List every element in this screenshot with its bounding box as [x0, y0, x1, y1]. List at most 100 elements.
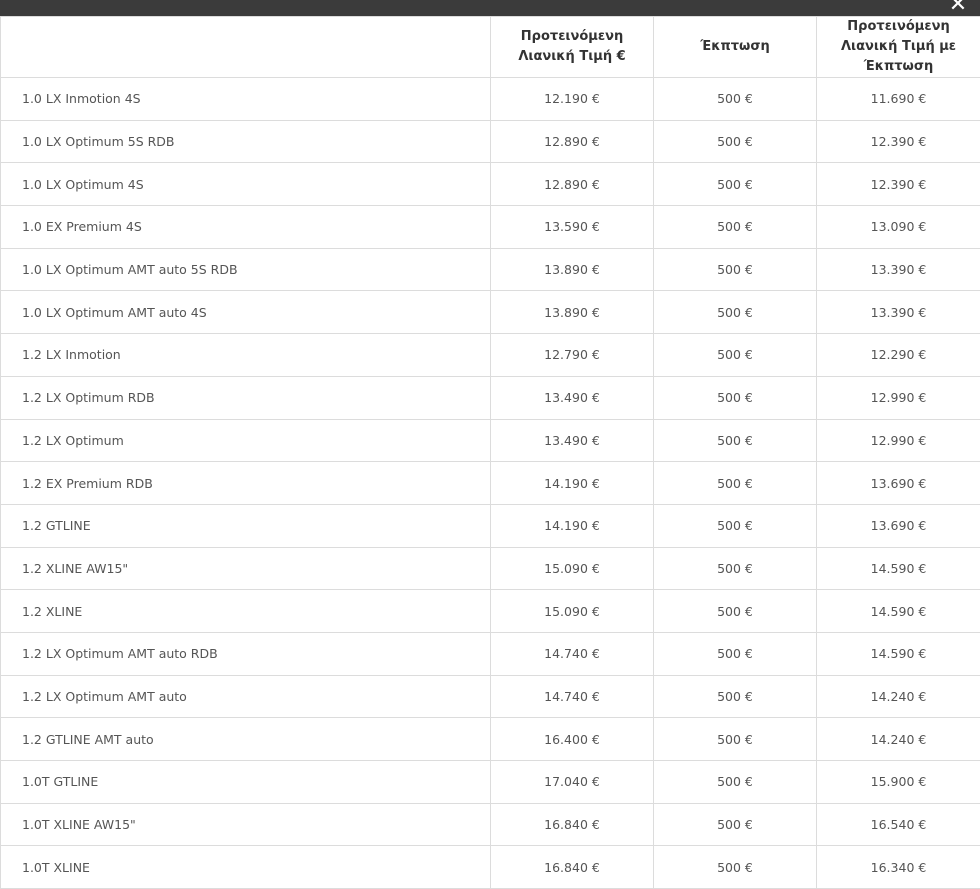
- discount-cell: 500 €: [654, 78, 817, 121]
- model-cell: 1.0 LX Inmotion 4S: [1, 78, 491, 121]
- discount-cell: 500 €: [654, 547, 817, 590]
- retail-price-cell: 12.890 €: [491, 163, 654, 206]
- discount-cell: 500 €: [654, 163, 817, 206]
- retail-price-cell: 14.740 €: [491, 675, 654, 718]
- model-cell: 1.2 XLINE: [1, 590, 491, 633]
- discounted-price-cell: 14.590 €: [817, 547, 980, 590]
- close-icon[interactable]: ✕: [946, 0, 970, 16]
- discounted-price-cell: 14.590 €: [817, 590, 980, 633]
- model-cell: 1.2 GTLINE AMT auto: [1, 718, 491, 761]
- table-row: 1.2 LX Optimum13.490 €500 €12.990 €: [1, 419, 980, 462]
- model-cell: 1.2 GTLINE: [1, 504, 491, 547]
- discounted-price-cell: 14.590 €: [817, 632, 980, 675]
- retail-price-cell: 14.190 €: [491, 462, 654, 505]
- model-cell: 1.0T XLINE AW15": [1, 803, 491, 846]
- table-row: 1.0 EX Premium 4S13.590 €500 €13.090 €: [1, 206, 980, 249]
- discounted-price-cell: 13.390 €: [817, 248, 980, 291]
- retail-price-cell: 16.400 €: [491, 718, 654, 761]
- table-row: 1.0T XLINE AW15"16.840 €500 €16.540 €: [1, 803, 980, 846]
- model-cell: 1.2 LX Optimum AMT auto: [1, 675, 491, 718]
- retail-price-cell: 15.090 €: [491, 590, 654, 633]
- table-row: 1.2 GTLINE AMT auto16.400 €500 €14.240 €: [1, 718, 980, 761]
- model-cell: 1.0 LX Optimum 5S RDB: [1, 120, 491, 163]
- discounted-price-cell: 16.340 €: [817, 846, 980, 889]
- model-cell: 1.0T XLINE: [1, 846, 491, 889]
- discounted-price-cell: 12.390 €: [817, 163, 980, 206]
- retail-price-cell: 13.490 €: [491, 419, 654, 462]
- header-retail-price: Προτεινόμενη Λιανική Τιμή €: [491, 17, 654, 78]
- table-row: 1.2 LX Inmotion12.790 €500 €12.290 €: [1, 334, 980, 377]
- model-cell: 1.2 XLINE AW15": [1, 547, 491, 590]
- discount-cell: 500 €: [654, 803, 817, 846]
- model-cell: 1.2 EX Premium RDB: [1, 462, 491, 505]
- retail-price-cell: 17.040 €: [491, 761, 654, 804]
- table-header-row: Προτεινόμενη Λιανική Τιμή € Έκπτωση Προτ…: [1, 17, 980, 78]
- retail-price-cell: 12.190 €: [491, 78, 654, 121]
- model-cell: 1.0 LX Optimum AMT auto 4S: [1, 291, 491, 334]
- discounted-price-cell: 13.090 €: [817, 206, 980, 249]
- table-row: 1.0T GTLINE17.040 €500 €15.900 €: [1, 761, 980, 804]
- discounted-price-cell: 16.540 €: [817, 803, 980, 846]
- retail-price-cell: 16.840 €: [491, 846, 654, 889]
- model-cell: 1.2 LX Optimum AMT auto RDB: [1, 632, 491, 675]
- discount-cell: 500 €: [654, 120, 817, 163]
- table-row: 1.0 LX Inmotion 4S12.190 €500 €11.690 €: [1, 78, 980, 121]
- discount-cell: 500 €: [654, 291, 817, 334]
- discounted-price-cell: 13.390 €: [817, 291, 980, 334]
- retail-price-cell: 12.790 €: [491, 334, 654, 377]
- retail-price-cell: 12.890 €: [491, 120, 654, 163]
- price-table-container: Προτεινόμενη Λιανική Τιμή € Έκπτωση Προτ…: [0, 16, 980, 889]
- discounted-price-cell: 12.290 €: [817, 334, 980, 377]
- table-row: 1.0 LX Optimum 4S12.890 €500 €12.390 €: [1, 163, 980, 206]
- discount-cell: 500 €: [654, 504, 817, 547]
- discount-cell: 500 €: [654, 462, 817, 505]
- retail-price-cell: 13.590 €: [491, 206, 654, 249]
- discounted-price-cell: 12.990 €: [817, 376, 980, 419]
- discounted-price-cell: 12.390 €: [817, 120, 980, 163]
- table-row: 1.2 LX Optimum AMT auto14.740 €500 €14.2…: [1, 675, 980, 718]
- table-row: 1.0T XLINE16.840 €500 €16.340 €: [1, 846, 980, 889]
- retail-price-cell: 13.890 €: [491, 248, 654, 291]
- discount-cell: 500 €: [654, 334, 817, 377]
- retail-price-cell: 16.840 €: [491, 803, 654, 846]
- discounted-price-cell: 13.690 €: [817, 504, 980, 547]
- table-row: 1.2 GTLINE14.190 €500 €13.690 €: [1, 504, 980, 547]
- table-row: 1.0 LX Optimum 5S RDB12.890 €500 €12.390…: [1, 120, 980, 163]
- retail-price-cell: 14.190 €: [491, 504, 654, 547]
- model-cell: 1.2 LX Optimum RDB: [1, 376, 491, 419]
- discounted-price-cell: 11.690 €: [817, 78, 980, 121]
- discounted-price-cell: 12.990 €: [817, 419, 980, 462]
- discount-cell: 500 €: [654, 761, 817, 804]
- model-cell: 1.2 LX Optimum: [1, 419, 491, 462]
- discount-cell: 500 €: [654, 846, 817, 889]
- table-row: 1.2 XLINE AW15"15.090 €500 €14.590 €: [1, 547, 980, 590]
- header-discounted-price: Προτεινόμενη Λιανική Τιμή με Έκπτωση: [817, 17, 980, 78]
- discounted-price-cell: 15.900 €: [817, 761, 980, 804]
- model-cell: 1.2 LX Inmotion: [1, 334, 491, 377]
- modal-title-bar: ✕: [0, 0, 980, 16]
- discount-cell: 500 €: [654, 675, 817, 718]
- table-row: 1.0 LX Optimum AMT auto 4S13.890 €500 €1…: [1, 291, 980, 334]
- price-table: Προτεινόμενη Λιανική Τιμή € Έκπτωση Προτ…: [0, 16, 980, 889]
- discount-cell: 500 €: [654, 419, 817, 462]
- table-row: 1.2 EX Premium RDB14.190 €500 €13.690 €: [1, 462, 980, 505]
- header-model: [1, 17, 491, 78]
- discounted-price-cell: 14.240 €: [817, 718, 980, 761]
- discount-cell: 500 €: [654, 632, 817, 675]
- retail-price-cell: 14.740 €: [491, 632, 654, 675]
- discount-cell: 500 €: [654, 590, 817, 633]
- retail-price-cell: 13.890 €: [491, 291, 654, 334]
- discount-cell: 500 €: [654, 376, 817, 419]
- discounted-price-cell: 13.690 €: [817, 462, 980, 505]
- model-cell: 1.0T GTLINE: [1, 761, 491, 804]
- discount-cell: 500 €: [654, 718, 817, 761]
- header-discount: Έκπτωση: [654, 17, 817, 78]
- discount-cell: 500 €: [654, 206, 817, 249]
- retail-price-cell: 13.490 €: [491, 376, 654, 419]
- model-cell: 1.0 LX Optimum AMT auto 5S RDB: [1, 248, 491, 291]
- table-row: 1.0 LX Optimum AMT auto 5S RDB13.890 €50…: [1, 248, 980, 291]
- discounted-price-cell: 14.240 €: [817, 675, 980, 718]
- table-row: 1.2 LX Optimum RDB13.490 €500 €12.990 €: [1, 376, 980, 419]
- discount-cell: 500 €: [654, 248, 817, 291]
- retail-price-cell: 15.090 €: [491, 547, 654, 590]
